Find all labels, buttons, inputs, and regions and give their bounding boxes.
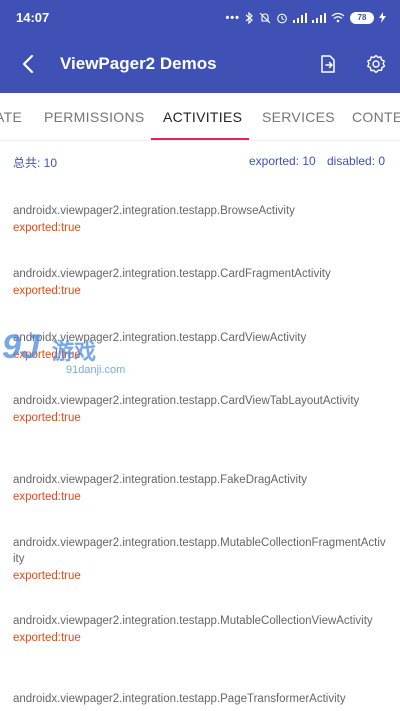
settings-button[interactable]	[352, 35, 400, 93]
activity-name: androidx.viewpager2.integration.testapp.…	[13, 537, 386, 565]
activity-name: androidx.viewpager2.integration.testapp.…	[13, 205, 295, 217]
tab-state[interactable]: ATE	[0, 93, 22, 140]
exported-status: exported:true	[13, 491, 81, 503]
activity-name: androidx.viewpager2.integration.testapp.…	[13, 474, 308, 486]
tab-content[interactable]: CONTENT	[352, 93, 400, 140]
status-icons: ••• 78	[225, 11, 386, 24]
export-button[interactable]	[304, 35, 352, 93]
back-button[interactable]	[0, 35, 56, 93]
list-item[interactable]: androidx.viewpager2.integration.testapp.…	[13, 691, 387, 707]
tab-services[interactable]: SERVICES	[262, 93, 335, 140]
list-item[interactable]: androidx.viewpager2.integration.testapp.…	[13, 266, 387, 300]
list-item[interactable]: androidx.viewpager2.integration.testapp.…	[13, 203, 387, 237]
activity-name: androidx.viewpager2.integration.testapp.…	[13, 615, 373, 627]
charging-icon	[379, 12, 386, 23]
watermark-logo: 9J 游戏 91danji.com	[2, 328, 142, 380]
gear-icon	[367, 54, 386, 74]
status-time: 14:07	[16, 10, 50, 25]
list-item[interactable]: androidx.viewpager2.integration.testapp.…	[13, 472, 387, 506]
wifi-icon	[331, 12, 345, 23]
exported-status: exported:true	[13, 285, 81, 297]
activity-name: androidx.viewpager2.integration.testapp.…	[13, 395, 360, 407]
exported-count: exported: 10	[249, 154, 316, 168]
alarm-icon	[277, 13, 287, 23]
signal-icon	[293, 12, 307, 23]
activity-name: androidx.viewpager2.integration.testapp.…	[13, 268, 331, 280]
tab-bar: ATE PERMISSIONS ACTIVITIES SERVICES CONT…	[0, 93, 400, 141]
status-bar: 14:07 ••• 78	[0, 0, 400, 35]
list-item[interactable]: androidx.viewpager2.integration.testapp.…	[13, 393, 387, 427]
export-icon	[321, 55, 335, 73]
disabled-count: disabled: 0	[327, 154, 386, 168]
exported-status: exported:true	[13, 412, 81, 424]
tab-activities[interactable]: ACTIVITIES	[163, 93, 242, 140]
battery-indicator: 78	[350, 11, 374, 24]
tab-permissions[interactable]: PERMISSIONS	[44, 93, 145, 140]
back-arrow-icon	[22, 54, 34, 74]
list-item[interactable]: androidx.viewpager2.integration.testapp.…	[13, 613, 387, 647]
exported-status: exported:true	[13, 570, 81, 582]
exported-status: exported:true	[13, 222, 81, 234]
tab-indicator	[151, 138, 249, 140]
total-count: 总共: 10	[13, 156, 58, 170]
activity-name: androidx.viewpager2.integration.testapp.…	[13, 693, 346, 705]
bluetooth-icon	[245, 11, 253, 24]
list-item[interactable]: androidx.viewpager2.integration.testapp.…	[13, 535, 387, 585]
mute-bell-icon	[259, 12, 271, 23]
watermark-mark: 9J	[2, 328, 40, 366]
more-notifications-icon: •••	[225, 11, 240, 24]
watermark-site: 91danji.com	[66, 364, 126, 376]
page-title: ViewPager2 Demos	[60, 54, 217, 73]
signal-hd-icon	[312, 12, 326, 23]
exported-status: exported:true	[13, 632, 81, 644]
watermark-cn: 游戏	[52, 339, 97, 364]
summary-row: 总共: 10 exported: 10 disabled: 0	[0, 154, 400, 174]
app-bar: ViewPager2 Demos	[0, 35, 400, 93]
